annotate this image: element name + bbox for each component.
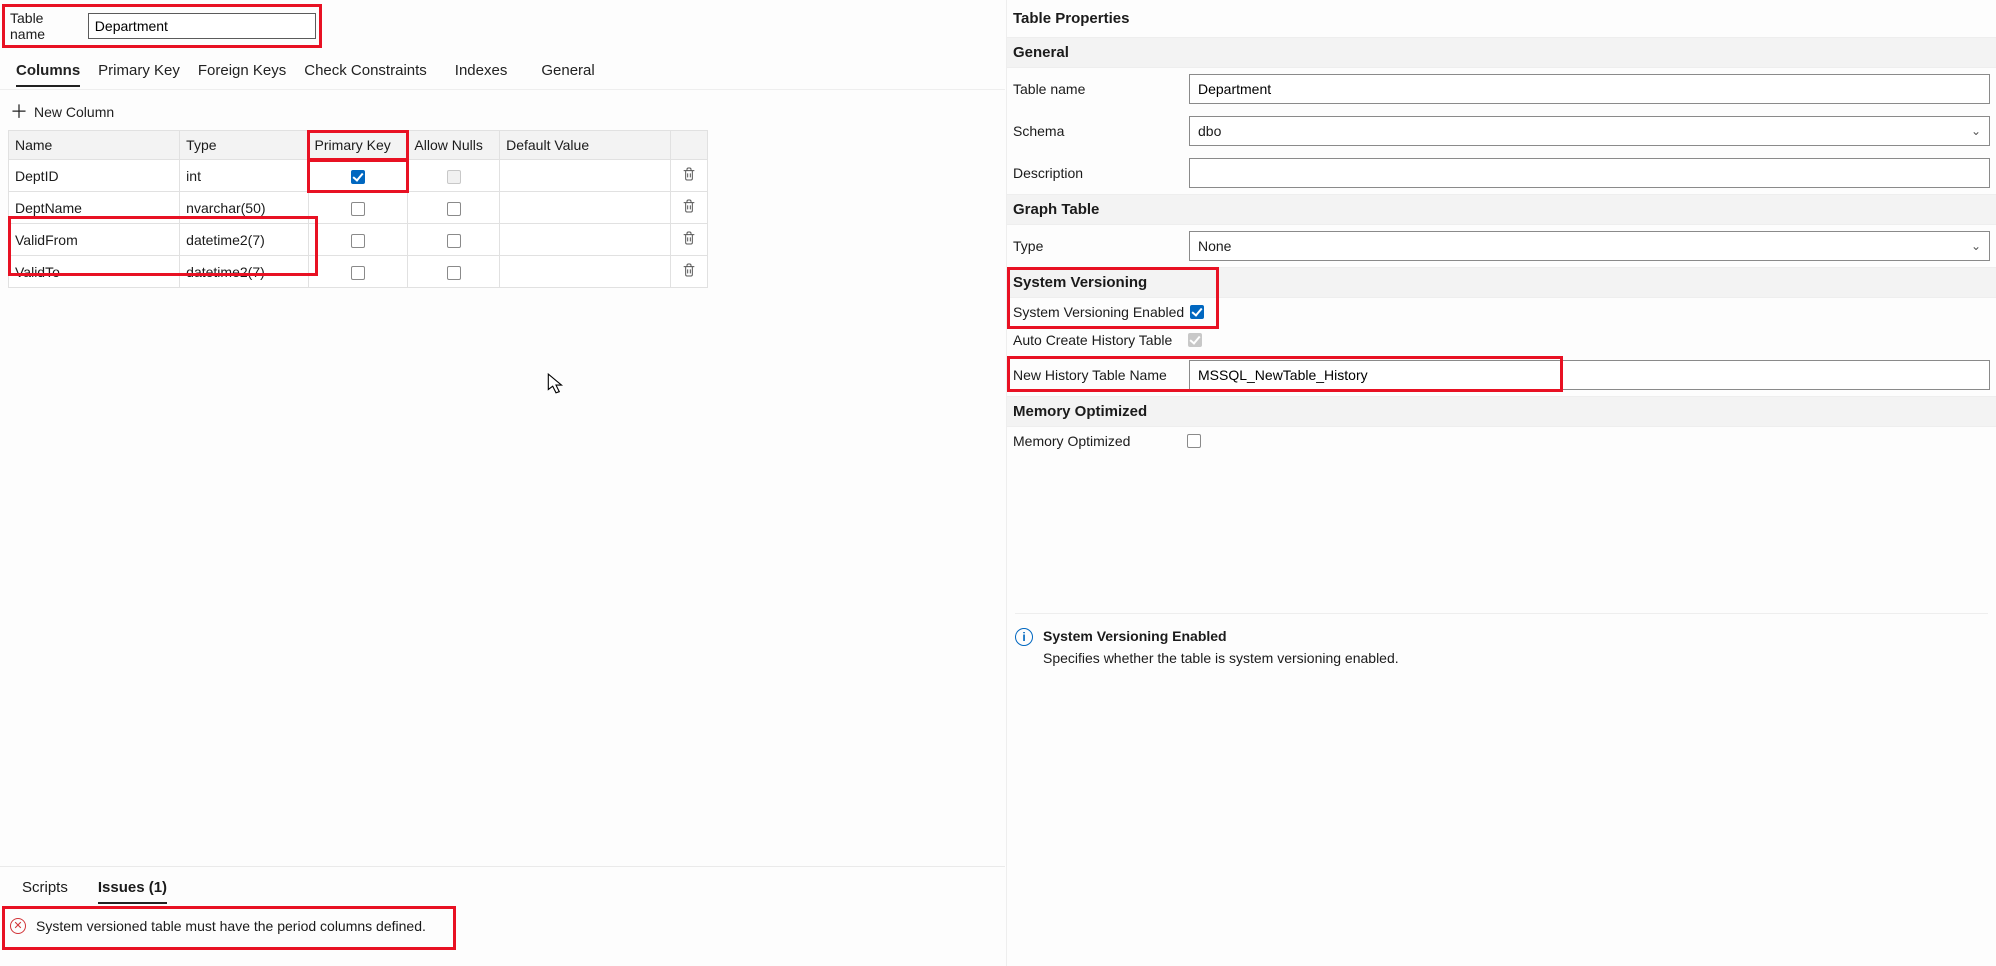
allow-nulls-checkbox	[447, 170, 461, 184]
table-name-row: Table name	[6, 8, 318, 44]
pk-checkbox[interactable]	[351, 234, 365, 248]
table-name-input[interactable]	[88, 13, 316, 39]
bottom-pane: Scripts Issues (1) ✕ System versioned ta…	[0, 866, 1005, 966]
error-icon: ✕	[10, 918, 26, 934]
delete-row-button[interactable]	[681, 166, 697, 182]
column-row[interactable]: ValidFrom datetime2(7)	[9, 224, 708, 256]
prop-description-input[interactable]	[1189, 158, 1990, 188]
tab-foreign-keys[interactable]: Foreign Keys	[198, 58, 286, 85]
col-name[interactable]: DeptName	[9, 192, 180, 224]
prop-table-name-input[interactable]	[1189, 74, 1990, 104]
column-row[interactable]: DeptName nvarchar(50)	[9, 192, 708, 224]
prop-history-name-label: New History Table Name	[1013, 367, 1181, 383]
tab-primary-key[interactable]: Primary Key	[98, 58, 180, 85]
prop-table-name-label: Table name	[1013, 81, 1181, 97]
issue-text: System versioned table must have the per…	[36, 918, 426, 934]
prop-description-label: Description	[1013, 165, 1181, 181]
prop-graph-type: Type None ⌄	[1007, 225, 1996, 267]
prop-schema: Schema dbo ⌄	[1007, 110, 1996, 152]
prop-schema-select[interactable]: dbo ⌄	[1189, 116, 1990, 146]
plus-icon: ＋	[10, 105, 28, 119]
properties-pane: Table Properties General Table name Sche…	[1006, 0, 1996, 966]
prop-auto-history: Auto Create History Table	[1007, 326, 1996, 354]
prop-history-name: New History Table Name	[1007, 354, 1996, 396]
property-info: i System Versioning Enabled Specifies wh…	[1015, 613, 1988, 666]
info-icon: i	[1015, 628, 1033, 646]
prop-graph-type-value: None	[1198, 238, 1231, 254]
issue-row[interactable]: ✕ System versioned table must have the p…	[0, 904, 1005, 946]
col-header-type[interactable]: Type	[180, 131, 308, 160]
prop-history-name-input[interactable]	[1189, 360, 1990, 390]
col-header-actions	[671, 131, 708, 160]
tab-general[interactable]: General	[541, 58, 594, 85]
prop-memory-optimized-label: Memory Optimized	[1013, 433, 1181, 449]
designer-tabs: Columns Primary Key Foreign Keys Check C…	[0, 54, 1005, 90]
prop-schema-label: Schema	[1013, 123, 1181, 139]
columns-table: Name Type Primary Key Allow Nulls Defaul…	[8, 130, 708, 288]
col-type[interactable]: int	[180, 160, 308, 192]
col-default[interactable]	[500, 160, 671, 192]
col-default[interactable]	[500, 192, 671, 224]
prop-table-name: Table name	[1007, 68, 1996, 110]
add-new-column-label: New Column	[34, 104, 114, 120]
tab-columns[interactable]: Columns	[16, 58, 80, 87]
col-name[interactable]: ValidFrom	[9, 224, 180, 256]
col-name[interactable]: ValidTo	[9, 256, 180, 288]
col-header-primary-key[interactable]: Primary Key	[308, 131, 408, 160]
table-name-label: Table name	[10, 10, 82, 42]
property-info-desc: Specifies whether the table is system ve…	[1043, 650, 1399, 666]
prop-memory-optimized: Memory Optimized	[1007, 427, 1996, 455]
prop-versioning-enabled-label: System Versioning Enabled	[1013, 304, 1184, 320]
delete-row-button[interactable]	[681, 262, 697, 278]
versioning-enabled-checkbox[interactable]	[1190, 305, 1204, 319]
col-header-name[interactable]: Name	[9, 131, 180, 160]
tab-scripts[interactable]: Scripts	[22, 877, 68, 904]
columns-header-row: Name Type Primary Key Allow Nulls Defaul…	[9, 131, 708, 160]
section-memory: Memory Optimized	[1007, 396, 1996, 427]
pk-checkbox[interactable]	[351, 202, 365, 216]
allow-nulls-checkbox[interactable]	[447, 202, 461, 216]
prop-graph-type-select[interactable]: None ⌄	[1189, 231, 1990, 261]
column-row[interactable]: DeptID int	[9, 160, 708, 192]
col-header-allow-nulls[interactable]: Allow Nulls	[408, 131, 500, 160]
section-general: General	[1007, 37, 1996, 68]
delete-row-button[interactable]	[681, 230, 697, 246]
pk-checkbox[interactable]	[351, 266, 365, 280]
prop-versioning-enabled: System Versioning Enabled	[1007, 298, 1996, 326]
prop-graph-type-label: Type	[1013, 238, 1181, 254]
prop-schema-value: dbo	[1198, 123, 1221, 139]
tab-indexes[interactable]: Indexes	[455, 58, 508, 85]
allow-nulls-checkbox[interactable]	[447, 266, 461, 280]
prop-description: Description	[1007, 152, 1996, 194]
col-default[interactable]	[500, 256, 671, 288]
tab-check-constraints[interactable]: Check Constraints	[304, 58, 427, 85]
auto-history-checkbox	[1188, 333, 1202, 347]
delete-row-button[interactable]	[681, 198, 697, 214]
section-versioning: System Versioning	[1007, 267, 1996, 298]
chevron-down-icon: ⌄	[1971, 124, 1981, 138]
col-type[interactable]: datetime2(7)	[180, 224, 308, 256]
section-graph: Graph Table	[1007, 194, 1996, 225]
tab-issues[interactable]: Issues (1)	[98, 877, 167, 904]
chevron-down-icon: ⌄	[1971, 239, 1981, 253]
property-info-title: System Versioning Enabled	[1043, 628, 1399, 644]
column-row[interactable]: ValidTo datetime2(7)	[9, 256, 708, 288]
bottom-tabs: Scripts Issues (1)	[0, 877, 1005, 904]
properties-title: Table Properties	[1007, 6, 1996, 37]
allow-nulls-checkbox[interactable]	[447, 234, 461, 248]
add-new-column[interactable]: ＋ New Column	[0, 90, 1005, 130]
designer-left-pane: Table name Columns Primary Key Foreign K…	[0, 0, 1005, 966]
col-default[interactable]	[500, 224, 671, 256]
col-header-default[interactable]: Default Value	[500, 131, 671, 160]
prop-auto-history-label: Auto Create History Table	[1013, 332, 1172, 348]
mouse-cursor-icon	[547, 373, 565, 398]
col-type[interactable]: datetime2(7)	[180, 256, 308, 288]
col-name[interactable]: DeptID	[9, 160, 180, 192]
pk-checkbox[interactable]	[351, 170, 365, 184]
memory-optimized-checkbox[interactable]	[1187, 434, 1201, 448]
col-type[interactable]: nvarchar(50)	[180, 192, 308, 224]
